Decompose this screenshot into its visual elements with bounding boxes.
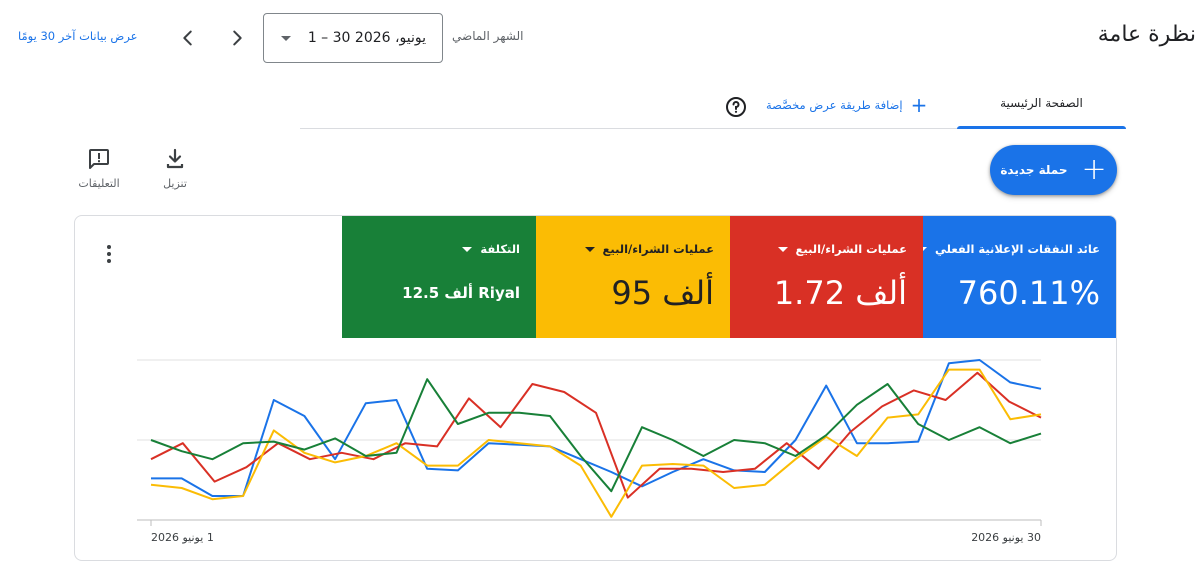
feedback-label: التعليقات xyxy=(78,177,120,190)
metric-header: عائد النفقات الإعلانية الفعلي xyxy=(917,242,1100,256)
series-layer xyxy=(150,359,1042,518)
feedback-icon xyxy=(89,149,109,169)
help-icon xyxy=(726,97,746,117)
metric-header: عمليات الشراء/البيع xyxy=(777,242,907,256)
plus-icon: + xyxy=(1081,152,1107,187)
metric-header: التكلفة xyxy=(462,242,520,256)
x-axis-end-label: 30 يونيو 2026 xyxy=(971,531,1041,544)
tab-add-custom-view[interactable]: + إضافة طريقة عرض مخصَّصة xyxy=(766,95,927,115)
x-axis-start-label: 1 يونيو 2026 xyxy=(151,531,214,544)
series-line-3 xyxy=(150,378,1042,493)
metric-tile-conversions[interactable]: عمليات الشراء/البيع 1.72 ألف xyxy=(729,216,923,338)
performance-line-chart: 1 يونيو 2026 30 يونيو 2026 xyxy=(137,359,1042,544)
metric-tile-purchases[interactable]: عمليات الشراء/البيع 95 ألف xyxy=(536,216,730,338)
new-campaign-label: حملة جديدة xyxy=(1000,163,1068,177)
series-line-1 xyxy=(150,371,1042,499)
date-range-dropdown[interactable]: 1 – 30 يونيو، 2026 xyxy=(263,13,443,63)
feedback-button[interactable]: التعليقات xyxy=(69,147,129,190)
date-range-label: الشهر الماضي xyxy=(452,29,524,43)
metric-tile-roas[interactable]: عائد النفقات الإعلانية الفعلي 760.11% xyxy=(917,216,1116,338)
dropdown-arrow-icon xyxy=(281,36,291,41)
more-options-button[interactable] xyxy=(97,242,121,266)
tab-active-indicator xyxy=(957,126,1126,129)
download-icon xyxy=(166,148,184,169)
dropdown-arrow-icon xyxy=(584,246,595,252)
more-vert-icon xyxy=(107,245,111,263)
performance-card: عائد النفقات الإعلانية الفعلي 760.11% عم… xyxy=(74,215,1117,561)
tab-home-label: الصفحة الرئيسية xyxy=(1000,96,1083,110)
date-range-value: 1 – 30 يونيو، 2026 xyxy=(307,30,426,46)
chevron-left-icon xyxy=(183,30,192,46)
new-campaign-button[interactable]: + حملة جديدة xyxy=(990,145,1117,195)
series-line-2 xyxy=(150,368,1042,518)
download-button[interactable]: تنزيل xyxy=(145,147,205,190)
page-title: نظرة عامة xyxy=(1097,22,1196,47)
chevron-right-icon xyxy=(233,30,242,46)
metric-value: 95 ألف xyxy=(611,274,714,312)
help-button[interactable] xyxy=(724,95,748,119)
series-line-0 xyxy=(151,359,1042,497)
previous-period-button[interactable] xyxy=(174,22,202,54)
view-last-30-days-link[interactable]: عرض بيانات آخر 30 يومًا xyxy=(18,29,138,43)
metric-label: التكلفة xyxy=(480,242,520,256)
plus-icon: + xyxy=(910,93,928,117)
metric-value: 12.5 ألف Riyal xyxy=(402,284,520,302)
metric-value: 760.11% xyxy=(957,274,1100,312)
tab-add-custom-view-label: إضافة طريقة عرض مخصَّصة xyxy=(766,98,903,112)
metric-label: عائد النفقات الإعلانية الفعلي xyxy=(935,242,1100,256)
metric-header: عمليات الشراء/البيع xyxy=(584,242,714,256)
metric-label: عمليات الشراء/البيع xyxy=(795,242,907,256)
dropdown-arrow-icon xyxy=(777,246,788,252)
download-label: تنزيل xyxy=(163,177,187,190)
metric-label: عمليات الشراء/البيع xyxy=(602,242,714,256)
dropdown-arrow-icon xyxy=(462,246,473,252)
metric-tile-cost[interactable]: التكلفة 12.5 ألف Riyal xyxy=(342,216,536,338)
metric-value: 1.72 ألف xyxy=(773,274,907,312)
tab-home[interactable]: الصفحة الرئيسية xyxy=(957,96,1126,129)
next-period-button[interactable] xyxy=(223,22,251,54)
